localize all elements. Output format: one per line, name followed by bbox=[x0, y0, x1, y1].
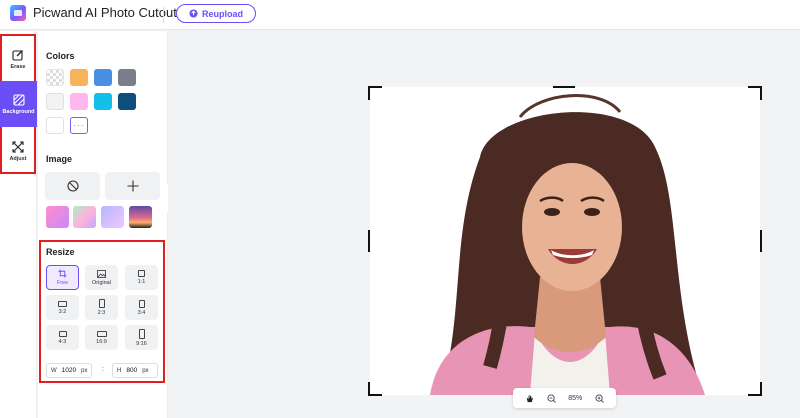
portrait-image bbox=[430, 94, 705, 395]
reupload-label: Reupload bbox=[201, 8, 243, 19]
tool-adjust-label: Adjust bbox=[9, 155, 27, 162]
resize-1-1-label: 1:1 bbox=[137, 279, 146, 285]
color-swatch-orange[interactable] bbox=[70, 69, 88, 86]
resize-free[interactable]: Free bbox=[46, 265, 79, 290]
resize-1-1[interactable]: 1:1 bbox=[125, 265, 158, 290]
cutout-photo[interactable] bbox=[370, 87, 760, 395]
no-image-icon bbox=[66, 180, 79, 192]
tool-background-label: Background bbox=[2, 108, 35, 115]
image-icon bbox=[97, 269, 106, 278]
resize-original[interactable]: Original bbox=[85, 265, 118, 290]
tool-adjust[interactable]: Adjust bbox=[2, 129, 34, 173]
bg-thumb-pastel[interactable] bbox=[73, 206, 96, 228]
color-swatch-pink[interactable] bbox=[70, 93, 88, 110]
bg-thumb-sunset[interactable] bbox=[129, 206, 152, 228]
image-title: Image bbox=[46, 154, 73, 164]
bg-thumb-purple[interactable] bbox=[101, 206, 124, 228]
app-title: Picwand AI Photo Cutout bbox=[33, 5, 177, 20]
resize-9-16[interactable]: 9:16 bbox=[125, 325, 158, 350]
width-value: 1020 bbox=[61, 367, 77, 374]
resize-9-16-label: 9:16 bbox=[136, 340, 147, 347]
colors-title: Colors bbox=[46, 51, 75, 61]
erase-icon bbox=[12, 49, 23, 61]
tool-background[interactable]: Background bbox=[0, 81, 37, 127]
width-unit: px bbox=[81, 367, 88, 374]
upload-icon bbox=[189, 9, 198, 18]
color-swatch-transparent[interactable] bbox=[46, 69, 64, 86]
crop-handle-top-right[interactable] bbox=[748, 86, 762, 100]
resize-2-3[interactable]: 2:3 bbox=[85, 295, 118, 320]
crop-handle-top[interactable] bbox=[553, 86, 575, 88]
ratio-3-2-icon bbox=[58, 300, 67, 307]
width-field[interactable]: W 1020 px bbox=[46, 363, 92, 378]
color-swatch-cyan[interactable] bbox=[94, 93, 112, 110]
top-bar: Picwand AI Photo Cutout Reupload bbox=[0, 0, 800, 30]
resize-2-3-label: 2:3 bbox=[97, 310, 106, 316]
height-value: 800 bbox=[126, 367, 138, 374]
zoom-level: 85% bbox=[568, 394, 583, 402]
color-swatch-light-gray[interactable] bbox=[46, 93, 64, 110]
resize-free-label: Free bbox=[56, 280, 69, 286]
reupload-button[interactable]: Reupload bbox=[176, 4, 256, 23]
color-swatch-white[interactable] bbox=[46, 117, 64, 134]
zoom-toolbar: 85% bbox=[513, 388, 616, 408]
settings-panel: Colors ··· Image Resize Free Original 1:… bbox=[38, 31, 168, 418]
crop-handle-top-left[interactable] bbox=[368, 86, 382, 100]
crop-icon bbox=[58, 269, 67, 278]
plus-icon bbox=[127, 180, 138, 192]
color-swatch-gray[interactable] bbox=[118, 69, 136, 86]
no-image-button[interactable] bbox=[45, 172, 100, 200]
ratio-1-1-icon bbox=[138, 270, 145, 277]
zoom-out-icon[interactable] bbox=[547, 393, 556, 403]
crop-handle-bottom-right[interactable] bbox=[748, 382, 762, 396]
color-swatch-navy[interactable] bbox=[118, 93, 136, 110]
crop-handle-left[interactable] bbox=[368, 230, 370, 252]
resize-3-4-label: 3:4 bbox=[137, 309, 146, 316]
resize-3-4[interactable]: 3:4 bbox=[125, 295, 158, 320]
ratio-2-3-icon bbox=[98, 299, 105, 308]
crop-handle-bottom-left[interactable] bbox=[368, 382, 382, 396]
ratio-4-3-icon bbox=[58, 330, 67, 337]
resize-16-9-label: 16:9 bbox=[96, 338, 107, 345]
ratio-9-16-icon bbox=[138, 328, 145, 339]
resize-16-9[interactable]: 16:9 bbox=[85, 325, 118, 350]
more-colors-button[interactable]: ··· bbox=[70, 117, 88, 134]
crop-handle-right[interactable] bbox=[760, 230, 762, 252]
tool-erase[interactable]: Erase bbox=[2, 37, 34, 81]
background-icon bbox=[12, 93, 25, 106]
divider bbox=[163, 7, 164, 23]
ratio-16-9-icon bbox=[96, 330, 107, 337]
app-logo-icon bbox=[10, 5, 26, 21]
tool-erase-label: Erase bbox=[10, 63, 26, 70]
height-field[interactable]: H 800 px bbox=[112, 363, 158, 378]
adjust-icon bbox=[12, 140, 24, 153]
resize-title: Resize bbox=[46, 247, 75, 257]
size-separator: : bbox=[102, 366, 104, 373]
width-label: W bbox=[51, 367, 57, 374]
resize-3-2-label: 3:2 bbox=[58, 308, 67, 315]
resize-4-3-label: 4:3 bbox=[58, 338, 67, 345]
zoom-in-icon[interactable] bbox=[595, 393, 604, 403]
resize-3-2[interactable]: 3:2 bbox=[46, 295, 79, 320]
ratio-3-4-icon bbox=[138, 299, 145, 308]
resize-original-label: Original bbox=[92, 279, 111, 286]
add-image-button[interactable] bbox=[105, 172, 160, 200]
resize-4-3[interactable]: 4:3 bbox=[46, 325, 79, 350]
bg-thumb-pink[interactable] bbox=[46, 206, 69, 228]
height-unit: px bbox=[142, 367, 149, 374]
hand-icon[interactable] bbox=[525, 394, 534, 403]
color-swatch-blue[interactable] bbox=[94, 69, 112, 86]
height-label: H bbox=[117, 367, 122, 374]
tool-rail: Erase Background Adjust bbox=[0, 31, 37, 418]
